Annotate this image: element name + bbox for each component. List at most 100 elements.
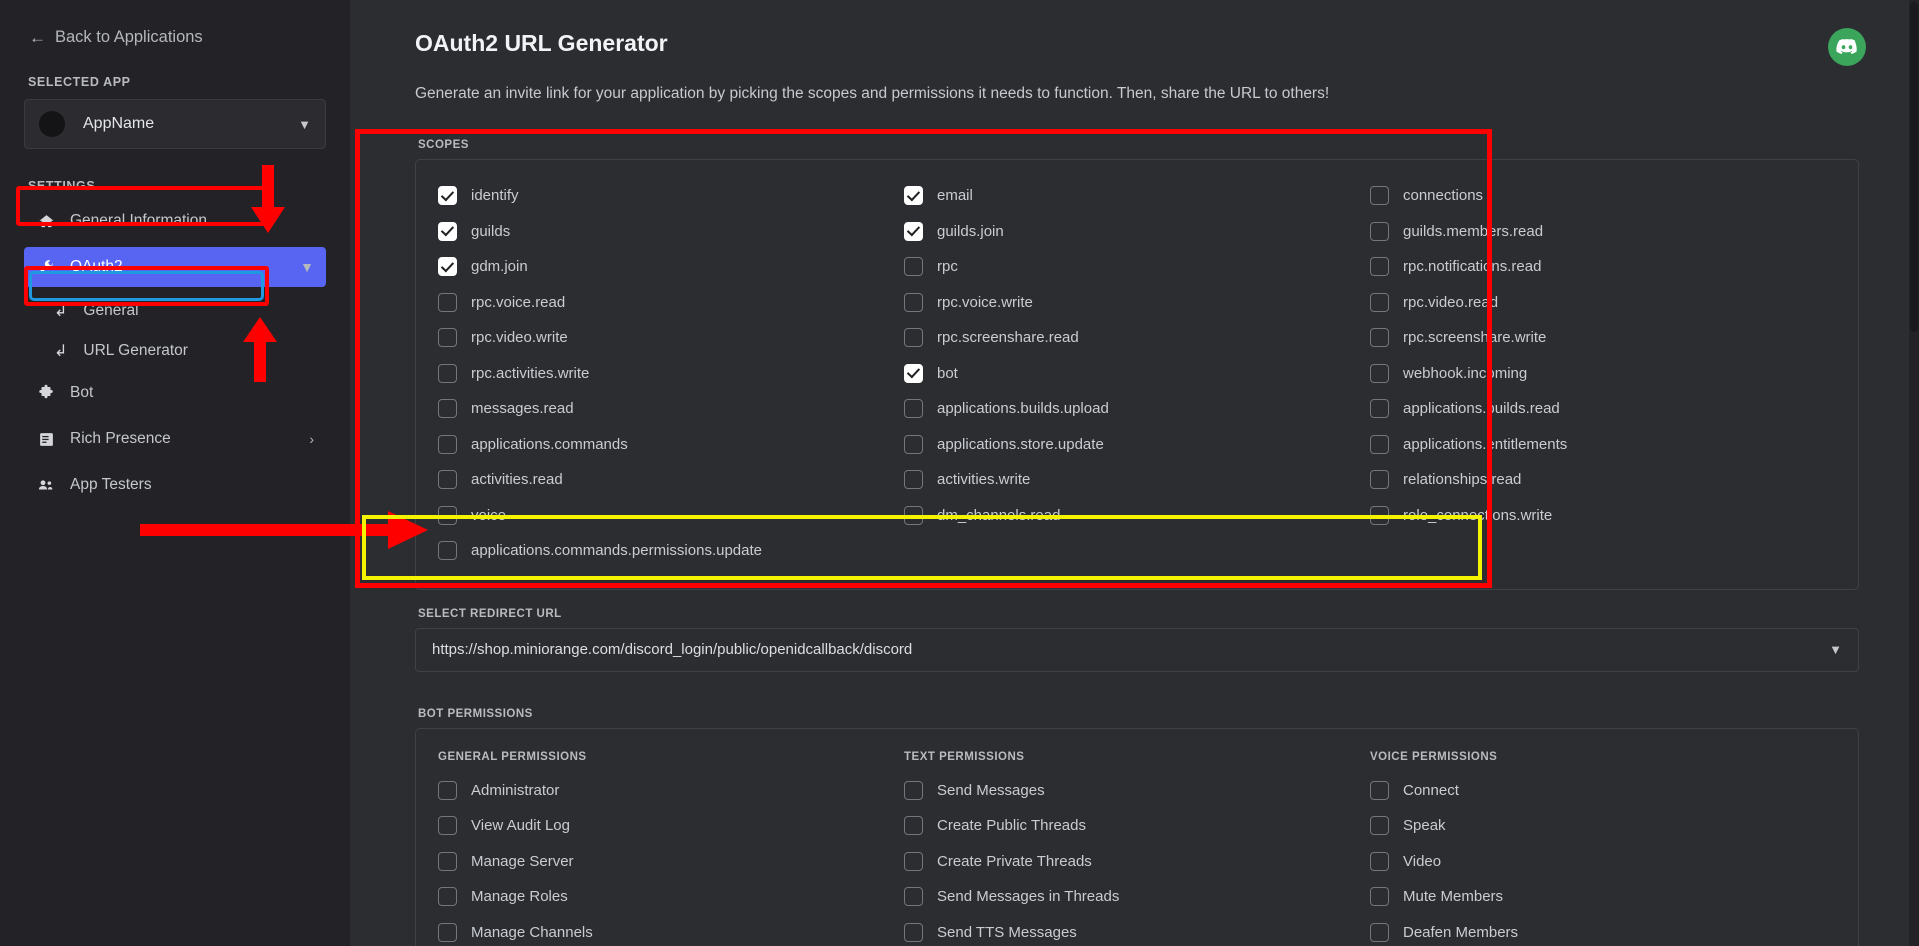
scope-checkbox-row[interactable]: rpc.voice.read: [438, 285, 904, 321]
checkbox-unchecked-icon[interactable]: [904, 816, 923, 836]
scope-checkbox-row[interactable]: activities.read: [438, 462, 904, 498]
scope-checkbox-row[interactable]: rpc.activities.write: [438, 356, 904, 392]
scope-checkbox-row[interactable]: rpc.screenshare.read: [904, 320, 1370, 356]
permission-checkbox-row[interactable]: Deafen Members: [1370, 915, 1836, 946]
checkbox-checked-icon[interactable]: [904, 363, 923, 383]
checkbox-checked-icon[interactable]: [438, 221, 457, 241]
permission-checkbox-row[interactable]: Send TTS Messages: [904, 915, 1370, 946]
checkbox-unchecked-icon[interactable]: [1370, 399, 1389, 419]
checkbox-unchecked-icon[interactable]: [1370, 257, 1389, 277]
scope-checkbox-row[interactable]: activities.write: [904, 462, 1370, 498]
scope-checkbox-row[interactable]: role_connections.write: [1370, 498, 1836, 534]
scope-checkbox-row[interactable]: applications.entitlements: [1370, 427, 1836, 463]
scope-checkbox-row[interactable]: guilds.members.read: [1370, 214, 1836, 250]
checkbox-unchecked-icon[interactable]: [1370, 328, 1389, 348]
back-to-applications-link[interactable]: ← Back to Applications: [24, 0, 326, 47]
checkbox-unchecked-icon[interactable]: [1370, 186, 1389, 206]
app-selector-dropdown[interactable]: AppName ▼: [24, 99, 326, 149]
scope-checkbox-row[interactable]: dm_channels.read: [904, 498, 1370, 534]
checkbox-unchecked-icon[interactable]: [904, 328, 923, 348]
redirect-url-select[interactable]: https://shop.miniorange.com/discord_logi…: [415, 627, 1859, 672]
scope-checkbox-row[interactable]: gdm.join: [438, 249, 904, 285]
checkbox-unchecked-icon[interactable]: [438, 541, 457, 561]
checkbox-unchecked-icon[interactable]: [1370, 887, 1389, 907]
checkbox-unchecked-icon[interactable]: [438, 505, 457, 525]
checkbox-unchecked-icon[interactable]: [904, 505, 923, 525]
checkbox-unchecked-icon[interactable]: [438, 434, 457, 454]
checkbox-checked-icon[interactable]: [438, 186, 457, 206]
scope-checkbox-row[interactable]: guilds.join: [904, 214, 1370, 250]
checkbox-unchecked-icon[interactable]: [438, 363, 457, 383]
scope-checkbox-row[interactable]: rpc.screenshare.write: [1370, 320, 1836, 356]
checkbox-unchecked-icon[interactable]: [904, 292, 923, 312]
checkbox-unchecked-icon[interactable]: [438, 328, 457, 348]
checkbox-checked-icon[interactable]: [904, 221, 923, 241]
checkbox-unchecked-icon[interactable]: [438, 399, 457, 419]
permission-checkbox-row[interactable]: Send Messages: [904, 773, 1370, 809]
checkbox-unchecked-icon[interactable]: [904, 434, 923, 454]
checkbox-unchecked-icon[interactable]: [1370, 363, 1389, 383]
scope-checkbox-row[interactable]: relationships.read: [1370, 462, 1836, 498]
scope-checkbox-row[interactable]: webhook.incoming: [1370, 356, 1836, 392]
scope-checkbox-row[interactable]: identify: [438, 178, 904, 214]
scope-checkbox-row[interactable]: rpc.notifications.read: [1370, 249, 1836, 285]
scope-checkbox-row[interactable]: applications.commands.permissions.update: [438, 533, 904, 569]
checkbox-unchecked-icon[interactable]: [904, 887, 923, 907]
permission-checkbox-row[interactable]: Speak: [1370, 808, 1836, 844]
scope-checkbox-row[interactable]: applications.store.update: [904, 427, 1370, 463]
scope-checkbox-row[interactable]: messages.read: [438, 391, 904, 427]
scope-checkbox-row[interactable]: email: [904, 178, 1370, 214]
scope-checkbox-row[interactable]: rpc.video.read: [1370, 285, 1836, 321]
checkbox-unchecked-icon[interactable]: [1370, 470, 1389, 490]
scope-checkbox-row[interactable]: guilds: [438, 214, 904, 250]
discord-logo-icon[interactable]: [1828, 28, 1866, 66]
checkbox-unchecked-icon[interactable]: [438, 292, 457, 312]
checkbox-unchecked-icon[interactable]: [904, 470, 923, 490]
checkbox-unchecked-icon[interactable]: [438, 816, 457, 836]
sidebar-item-oauth2[interactable]: OAuth2 ▼: [24, 247, 326, 287]
scrollbar-thumb[interactable]: [1910, 2, 1918, 332]
scope-checkbox-row[interactable]: voice: [438, 498, 904, 534]
scope-checkbox-row[interactable]: connections: [1370, 178, 1836, 214]
checkbox-unchecked-icon[interactable]: [438, 887, 457, 907]
permission-checkbox-row[interactable]: Create Private Threads: [904, 844, 1370, 880]
scrollbar[interactable]: [1909, 0, 1919, 946]
checkbox-unchecked-icon[interactable]: [904, 257, 923, 277]
checkbox-unchecked-icon[interactable]: [904, 780, 923, 800]
checkbox-unchecked-icon[interactable]: [1370, 434, 1389, 454]
sidebar-item-rich-presence[interactable]: Rich Presence ›: [24, 419, 326, 459]
permission-checkbox-row[interactable]: Administrator: [438, 773, 904, 809]
checkbox-unchecked-icon[interactable]: [438, 851, 457, 871]
checkbox-checked-icon[interactable]: [438, 257, 457, 277]
checkbox-unchecked-icon[interactable]: [1370, 292, 1389, 312]
scope-checkbox-row[interactable]: applications.commands: [438, 427, 904, 463]
permission-checkbox-row[interactable]: Video: [1370, 844, 1836, 880]
sidebar-item-app-testers[interactable]: App Testers: [24, 465, 326, 505]
permission-checkbox-row[interactable]: Mute Members: [1370, 879, 1836, 915]
sidebar-subitem-general[interactable]: ↲ General: [24, 293, 326, 329]
checkbox-unchecked-icon[interactable]: [1370, 816, 1389, 836]
permission-checkbox-row[interactable]: Manage Roles: [438, 879, 904, 915]
checkbox-unchecked-icon[interactable]: [904, 922, 923, 942]
checkbox-unchecked-icon[interactable]: [1370, 851, 1389, 871]
checkbox-unchecked-icon[interactable]: [1370, 922, 1389, 942]
permission-checkbox-row[interactable]: Manage Server: [438, 844, 904, 880]
scope-checkbox-row[interactable]: applications.builds.upload: [904, 391, 1370, 427]
scope-checkbox-row[interactable]: applications.builds.read: [1370, 391, 1836, 427]
permission-checkbox-row[interactable]: Connect: [1370, 773, 1836, 809]
scope-checkbox-row[interactable]: rpc.video.write: [438, 320, 904, 356]
checkbox-unchecked-icon[interactable]: [1370, 505, 1389, 525]
permission-checkbox-row[interactable]: Send Messages in Threads: [904, 879, 1370, 915]
checkbox-checked-icon[interactable]: [904, 186, 923, 206]
scope-checkbox-row[interactable]: rpc.voice.write: [904, 285, 1370, 321]
sidebar-subitem-url-generator[interactable]: ↲ URL Generator: [24, 333, 326, 369]
permission-checkbox-row[interactable]: Create Public Threads: [904, 808, 1370, 844]
checkbox-unchecked-icon[interactable]: [904, 399, 923, 419]
permission-checkbox-row[interactable]: View Audit Log: [438, 808, 904, 844]
checkbox-unchecked-icon[interactable]: [1370, 221, 1389, 241]
checkbox-unchecked-icon[interactable]: [1370, 780, 1389, 800]
checkbox-unchecked-icon[interactable]: [438, 780, 457, 800]
checkbox-unchecked-icon[interactable]: [438, 470, 457, 490]
scope-checkbox-row[interactable]: bot: [904, 356, 1370, 392]
scope-checkbox-row[interactable]: rpc: [904, 249, 1370, 285]
